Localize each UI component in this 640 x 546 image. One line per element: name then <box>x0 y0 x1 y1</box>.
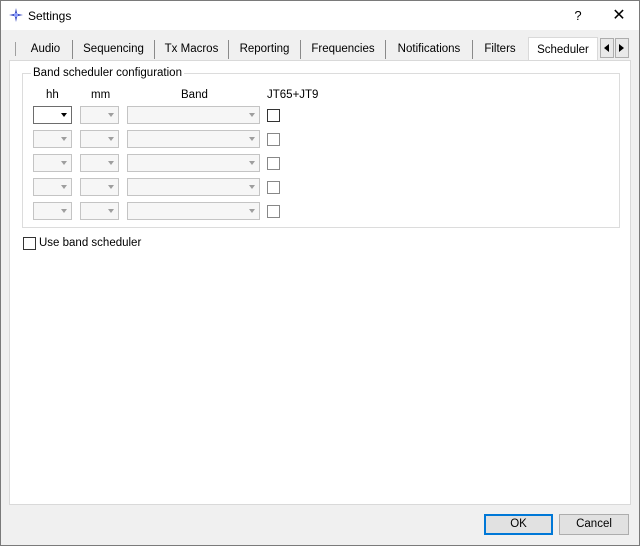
jt65-jt9-checkbox[interactable] <box>267 205 280 218</box>
triangle-right-icon <box>619 44 624 52</box>
use-band-scheduler-label: Use band scheduler <box>39 237 142 249</box>
tab-audio[interactable]: Audio <box>19 40 73 59</box>
column-header-jt65-jt9: JT65+JT9 <box>267 89 319 101</box>
schedule-row-3 <box>33 154 293 172</box>
minute-combo[interactable] <box>80 202 119 220</box>
dropdown-arrow-icon <box>249 209 255 213</box>
tab-sequencing[interactable]: Sequencing <box>73 40 155 59</box>
dropdown-arrow-icon <box>249 137 255 141</box>
minute-combo[interactable] <box>80 154 119 172</box>
dropdown-arrow-icon <box>61 113 67 117</box>
hour-combo[interactable] <box>33 154 72 172</box>
use-band-scheduler-checkbox[interactable] <box>23 237 36 250</box>
tab-scheduler[interactable]: Scheduler <box>528 37 598 61</box>
column-header-band: Band <box>181 89 208 101</box>
tab-filters[interactable]: Filters <box>473 40 527 59</box>
schedule-row-4 <box>33 178 293 196</box>
help-button[interactable]: ? <box>561 1 595 30</box>
band-combo[interactable] <box>127 178 260 196</box>
close-button[interactable]: ✕ <box>599 1 639 30</box>
jt65-jt9-checkbox[interactable] <box>267 181 280 194</box>
tab-notifications[interactable]: Notifications <box>386 40 473 59</box>
tab-bar: Audio Sequencing Tx Macros Reporting Fre… <box>9 37 631 61</box>
window-title: Settings <box>28 9 72 23</box>
column-header-mm: mm <box>91 89 111 101</box>
band-combo[interactable] <box>127 106 260 124</box>
hour-combo[interactable] <box>33 130 72 148</box>
cancel-button[interactable]: Cancel <box>559 514 629 535</box>
tab-clipped-previous[interactable] <box>9 40 17 59</box>
app-icon <box>9 8 23 22</box>
dropdown-arrow-icon <box>249 185 255 189</box>
band-combo[interactable] <box>127 202 260 220</box>
dropdown-arrow-icon <box>108 137 114 141</box>
band-combo[interactable] <box>127 130 260 148</box>
band-combo[interactable] <box>127 154 260 172</box>
minute-combo[interactable] <box>80 130 119 148</box>
dropdown-arrow-icon <box>108 185 114 189</box>
minute-combo[interactable] <box>80 106 119 124</box>
dropdown-arrow-icon <box>61 209 67 213</box>
schedule-row-2 <box>33 130 293 148</box>
band-scheduler-group: Band scheduler configuration hh mm Band … <box>22 67 620 228</box>
scheduler-page: Band scheduler configuration hh mm Band … <box>9 60 631 505</box>
hour-combo[interactable] <box>33 202 72 220</box>
title-bar: Settings ? ✕ <box>1 1 639 30</box>
ok-button[interactable]: OK <box>484 514 553 535</box>
dropdown-arrow-icon <box>61 161 67 165</box>
dropdown-arrow-icon <box>108 209 114 213</box>
settings-window: Settings ? ✕ Audio Sequencing Tx Macros … <box>0 0 640 546</box>
dropdown-arrow-icon <box>108 113 114 117</box>
dropdown-arrow-icon <box>249 113 255 117</box>
schedule-row-5 <box>33 202 293 220</box>
tab-tx-macros[interactable]: Tx Macros <box>155 40 229 59</box>
schedule-row-1 <box>33 106 293 124</box>
tab-reporting[interactable]: Reporting <box>229 40 301 59</box>
jt65-jt9-checkbox[interactable] <box>267 109 280 122</box>
tab-frequencies[interactable]: Frequencies <box>301 40 386 59</box>
dropdown-arrow-icon <box>249 161 255 165</box>
tab-scroll-right-button[interactable] <box>615 38 629 58</box>
column-header-hh: hh <box>46 89 59 101</box>
dropdown-arrow-icon <box>61 137 67 141</box>
dropdown-arrow-icon <box>61 185 67 189</box>
tab-scroll-left-button[interactable] <box>600 38 614 58</box>
minute-combo[interactable] <box>80 178 119 196</box>
jt65-jt9-checkbox[interactable] <box>267 157 280 170</box>
group-title: Band scheduler configuration <box>31 67 184 79</box>
hour-combo[interactable] <box>33 106 72 124</box>
triangle-left-icon <box>604 44 609 52</box>
hour-combo[interactable] <box>33 178 72 196</box>
dropdown-arrow-icon <box>108 161 114 165</box>
jt65-jt9-checkbox[interactable] <box>267 133 280 146</box>
